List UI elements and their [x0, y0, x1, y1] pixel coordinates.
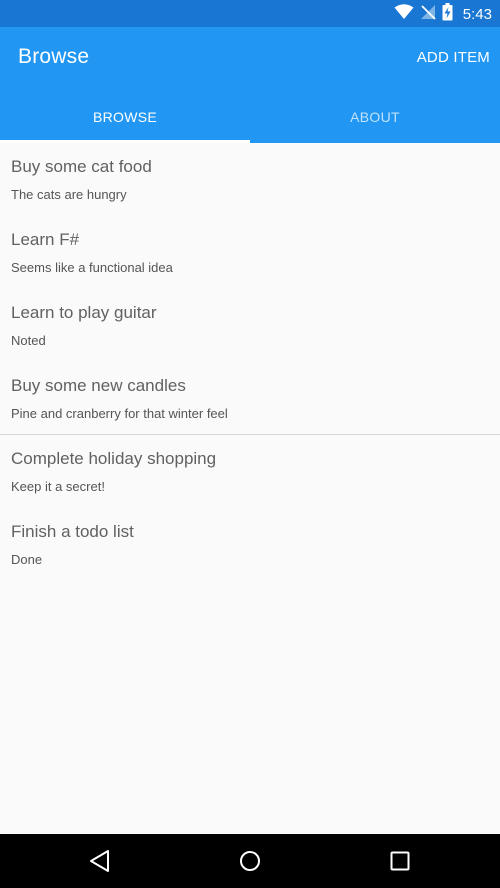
tab-about[interactable]: ABOUT: [250, 91, 500, 143]
tab-label: BROWSE: [92, 109, 158, 125]
tab-browse[interactable]: BROWSE: [0, 91, 250, 143]
home-icon[interactable]: [238, 849, 262, 873]
item-description: The cats are hungry: [11, 187, 127, 202]
list-item[interactable]: Buy some cat food The cats are hungry: [0, 143, 500, 216]
tab-label: ABOUT: [350, 109, 400, 125]
app-bar: Browse ADD ITEM: [0, 27, 500, 91]
recents-icon[interactable]: [388, 849, 412, 873]
list-item[interactable]: Learn F# Seems like a functional idea: [0, 216, 500, 289]
phone-screen: 5:43 Browse ADD ITEM BROWSE ABOUT Buy so…: [0, 0, 500, 888]
status-icons: 5:43: [394, 2, 492, 26]
list-item[interactable]: Learn to play guitar Noted: [0, 289, 500, 362]
list-item[interactable]: Complete holiday shopping Keep it a secr…: [0, 435, 500, 508]
item-title: Complete holiday shopping: [11, 449, 217, 468]
item-description: Keep it a secret!: [11, 479, 105, 494]
item-title: Finish a todo list: [11, 522, 134, 541]
items-list: Buy some cat food The cats are hungry Le…: [0, 143, 500, 581]
wifi-icon: [394, 3, 414, 25]
item-description: Seems like a functional idea: [11, 260, 173, 275]
item-description: Done: [11, 552, 43, 567]
item-title: Learn F#: [11, 230, 80, 249]
battery-charging-icon: [442, 2, 453, 26]
item-title: Learn to play guitar: [11, 303, 157, 322]
status-bar: 5:43: [0, 0, 500, 27]
item-title: Buy some cat food: [11, 157, 152, 176]
item-description: Noted: [11, 333, 46, 348]
status-time: 5:43: [462, 5, 492, 23]
list-item[interactable]: Finish a todo list Done: [0, 508, 500, 581]
back-icon[interactable]: [88, 849, 112, 873]
page-title: Browse: [18, 45, 90, 68]
tab-bar: BROWSE ABOUT: [0, 91, 500, 143]
system-nav-bar: [0, 834, 500, 888]
add-item-button[interactable]: ADD ITEM: [417, 49, 490, 66]
no-signal-icon: [420, 4, 436, 25]
list-item[interactable]: Buy some new candles Pine and cranberry …: [0, 362, 500, 435]
item-title: Buy some new candles: [11, 376, 186, 395]
item-description: Pine and cranberry for that winter feel: [11, 406, 228, 421]
